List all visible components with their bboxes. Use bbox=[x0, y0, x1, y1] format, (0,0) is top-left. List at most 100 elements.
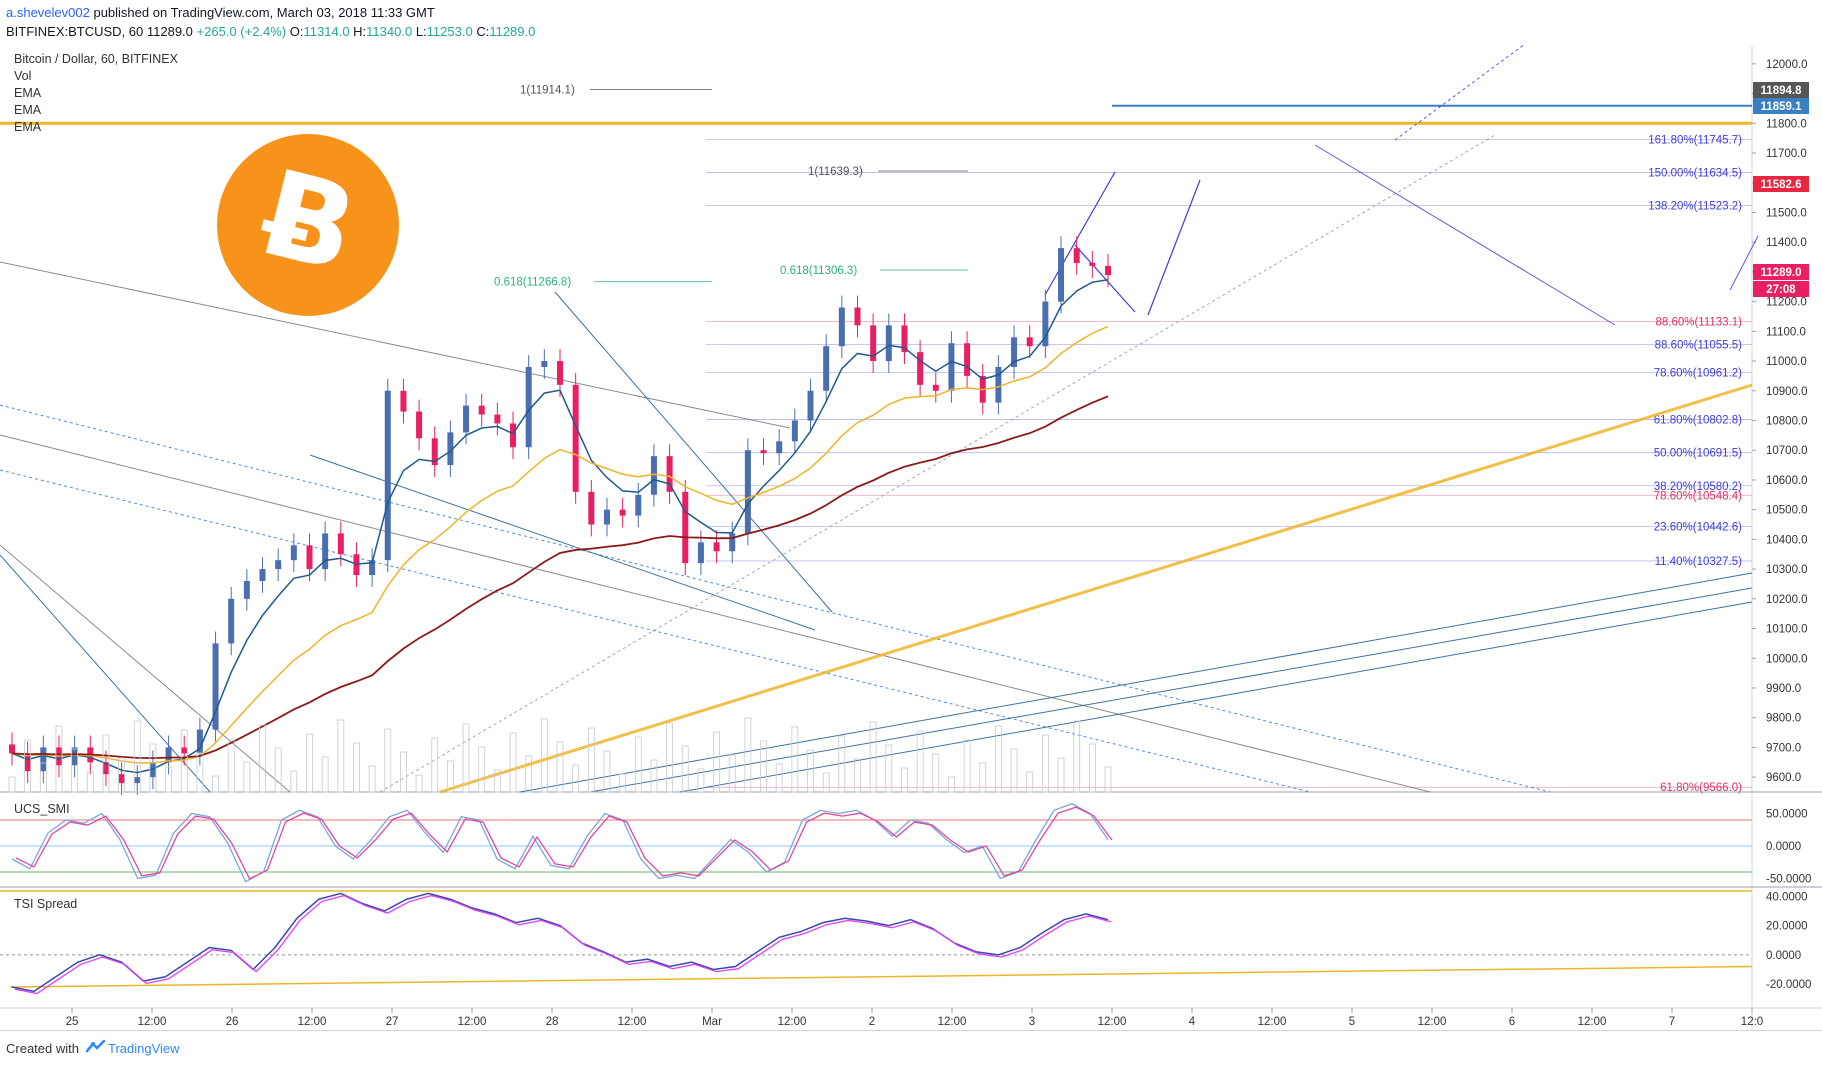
fib-label: 61.80%(10802.8) bbox=[1654, 415, 1742, 427]
symbol-text: BITFINEX:BTCUSD, 60 bbox=[6, 24, 144, 39]
fib-label: 150.00%(11634.5) bbox=[1648, 167, 1742, 179]
candle-body bbox=[400, 390, 407, 412]
candle-body bbox=[1073, 248, 1080, 263]
candle-body bbox=[619, 509, 626, 516]
price-badge-label: 11859.1 bbox=[1761, 101, 1803, 113]
candle-body bbox=[729, 533, 736, 552]
legend-title[interactable]: Bitcoin / Dollar, 60, BITFINEX bbox=[14, 52, 178, 66]
x-tick-label: 12:00 bbox=[458, 1016, 487, 1028]
candle-body bbox=[776, 441, 783, 454]
fib-label: 161.80%(11745.7) bbox=[1648, 134, 1742, 146]
open-value: 11314.0 bbox=[303, 24, 350, 39]
last-price: 11289.0 bbox=[146, 24, 193, 39]
price-badge-label: 11894.8 bbox=[1761, 85, 1803, 97]
candle-body bbox=[791, 420, 798, 442]
candle-body bbox=[697, 542, 704, 564]
y-tick-label: 11700.0 bbox=[1766, 148, 1807, 160]
candle-body bbox=[290, 545, 297, 561]
candle-body bbox=[259, 569, 266, 581]
annotation-label: 0.618(11306.3) bbox=[780, 265, 857, 277]
x-tick-label: 25 bbox=[66, 1016, 79, 1028]
candle-body bbox=[306, 545, 313, 570]
high-label: H: bbox=[353, 24, 367, 39]
y-tick-label: 10700.0 bbox=[1766, 445, 1808, 457]
fib-label: 78.60%(10548.4) bbox=[1654, 490, 1742, 502]
tsi-tick-label: 40.0000 bbox=[1766, 891, 1808, 903]
price-change: +265.0 (+2.4%) bbox=[196, 24, 287, 39]
candle-body bbox=[713, 542, 720, 552]
candle-body bbox=[1026, 337, 1033, 347]
y-tick-label: 10600.0 bbox=[1766, 475, 1808, 487]
x-tick-label: 26 bbox=[226, 1016, 239, 1028]
y-tick-label: 9800.0 bbox=[1766, 713, 1801, 725]
tsi-tick-label: -20.0000 bbox=[1766, 979, 1811, 991]
x-tick-label: 28 bbox=[546, 1016, 559, 1028]
y-tick-label: 10400.0 bbox=[1766, 534, 1808, 546]
smi-tick-label: -50.0000 bbox=[1766, 874, 1811, 886]
candle-body bbox=[1105, 265, 1111, 276]
fib-label: 23.60%(10442.6) bbox=[1654, 522, 1742, 534]
y-tick-label: 10200.0 bbox=[1766, 594, 1808, 606]
legend-vol[interactable]: Vol bbox=[14, 69, 31, 83]
legend-ema-2[interactable]: EMA bbox=[14, 103, 41, 117]
tsi-tick-label: 20.0000 bbox=[1766, 921, 1808, 933]
smi-tick-label: 50.0000 bbox=[1766, 809, 1808, 821]
tsi-tick-label: 0.0000 bbox=[1766, 950, 1801, 962]
x-tick-label: 12:0 bbox=[1741, 1016, 1763, 1028]
y-tick-label: 10000.0 bbox=[1766, 653, 1808, 665]
y-tick-label: 9900.0 bbox=[1766, 683, 1801, 695]
high-value: 11340.0 bbox=[366, 24, 413, 39]
candle-body bbox=[588, 491, 595, 525]
publish-line: a.shevelev002 published on TradingView.c… bbox=[6, 5, 435, 20]
footer: Created with TradingView bbox=[0, 1030, 1822, 1067]
author-link[interactable]: a.shevelev002 bbox=[6, 5, 90, 20]
fib-label: 61.80%(9566.0) bbox=[1660, 782, 1742, 794]
candle-body bbox=[948, 343, 955, 391]
chart-canvas[interactable]: 9600.0 9700.0 9800.0 9900.0 10000.0 10100.0 10… bbox=[0, 0, 1822, 1066]
close-value: 11289.0 bbox=[489, 24, 536, 39]
fib-label: 88.60%(11133.1) bbox=[1655, 316, 1742, 328]
y-tick-label: 9600.0 bbox=[1766, 772, 1801, 784]
candle-body bbox=[463, 405, 470, 433]
candle-body bbox=[823, 346, 830, 391]
candle-body bbox=[635, 494, 642, 516]
low-label: L: bbox=[415, 24, 427, 39]
fib-label: 138.20%(11523.2) bbox=[1648, 201, 1742, 213]
x-tick-label: 4 bbox=[1189, 1016, 1196, 1028]
fib-label: 50.00%(10691.5) bbox=[1654, 448, 1742, 460]
ohlc-line: BITFINEX:BTCUSD, 60 11289.0 +265.0 (+2.4… bbox=[6, 24, 535, 39]
legend-ema-3[interactable]: EMA bbox=[14, 120, 41, 134]
candle-body bbox=[557, 361, 563, 385]
annotation-label: 1(11639.3) bbox=[808, 166, 863, 178]
smi-tick-label: 0.0000 bbox=[1766, 841, 1801, 853]
candle-body bbox=[838, 307, 845, 347]
candle-body bbox=[885, 325, 892, 362]
x-tick-label: 12:00 bbox=[938, 1016, 967, 1028]
smi-pane-title[interactable]: UCS_SMI bbox=[14, 802, 70, 816]
x-tick-label: 12:00 bbox=[778, 1016, 807, 1028]
x-tick-label: 12:00 bbox=[1258, 1016, 1287, 1028]
candle-body bbox=[118, 774, 125, 784]
tsi-pane-title[interactable]: TSI Spread bbox=[14, 897, 77, 911]
candle-body bbox=[71, 747, 78, 766]
close-label: C: bbox=[476, 24, 490, 39]
candle-body bbox=[9, 744, 15, 754]
y-tick-label: 11200.0 bbox=[1766, 297, 1807, 309]
y-tick-label: 11400.0 bbox=[1766, 237, 1807, 249]
x-tick-label: 12:00 bbox=[1578, 1016, 1607, 1028]
y-tick-label: 11800.0 bbox=[1766, 118, 1807, 130]
annotation-label: 1(11914.1) bbox=[520, 84, 575, 96]
legend-ema-1[interactable]: EMA bbox=[14, 86, 41, 100]
x-tick-label: 6 bbox=[1509, 1016, 1515, 1028]
tradingview-brand-link[interactable]: TradingView bbox=[108, 1041, 180, 1056]
x-tick-label: Mar bbox=[702, 1016, 722, 1028]
price-badge-label: 11582.6 bbox=[1761, 179, 1802, 191]
open-label: O: bbox=[289, 24, 304, 39]
candle-body bbox=[510, 423, 517, 448]
candle-body bbox=[165, 747, 172, 763]
candle-body bbox=[40, 747, 47, 772]
published-text: published on TradingView.com, March 03, … bbox=[93, 5, 435, 20]
candle-body bbox=[494, 414, 501, 424]
low-value: 11253.0 bbox=[426, 24, 473, 39]
x-tick-label: 12:00 bbox=[1098, 1016, 1127, 1028]
